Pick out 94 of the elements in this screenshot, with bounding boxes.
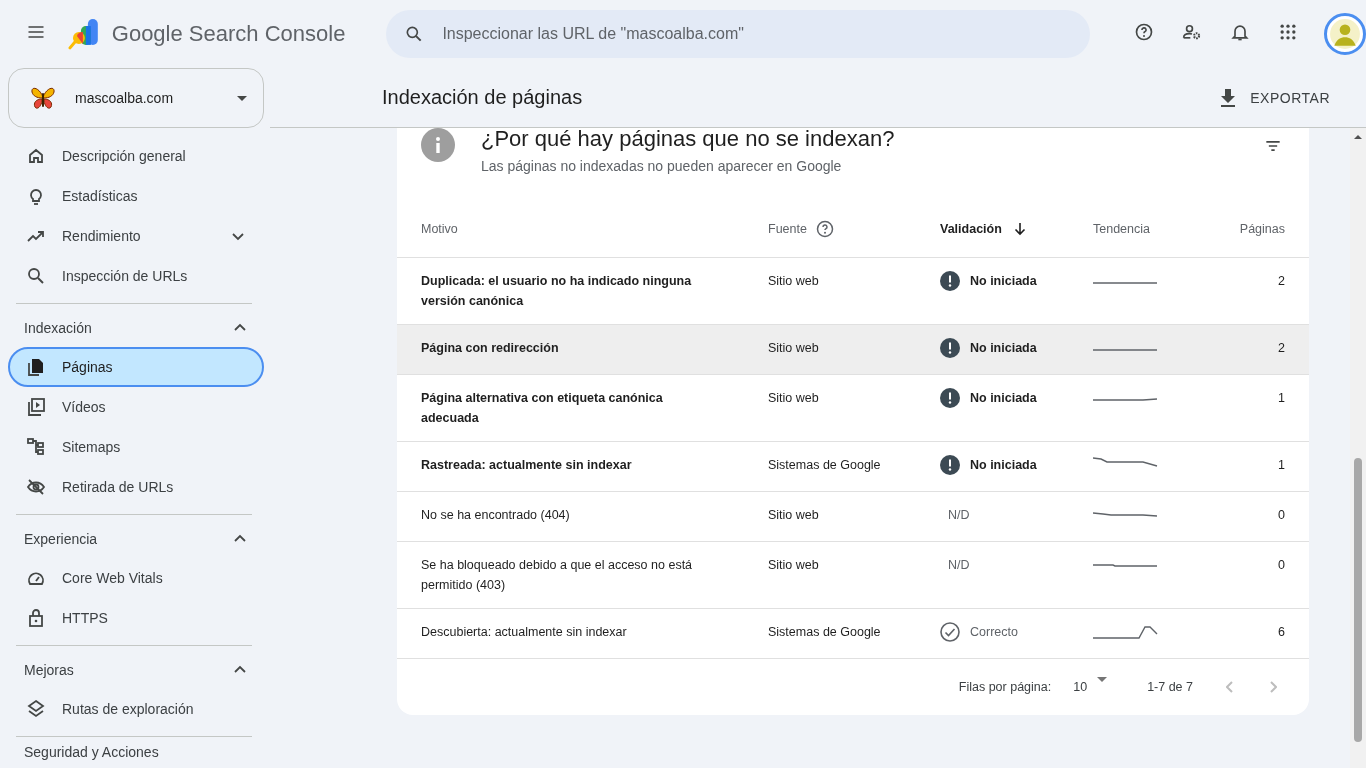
table-cell-text: 0 bbox=[1277, 557, 1285, 574]
table-cell-text: 1 bbox=[1277, 457, 1285, 474]
table-cell-text: Sitio web bbox=[768, 390, 820, 407]
table-cell-text: Rastreada: actualmente sin indexar bbox=[421, 457, 633, 474]
nav-item[interactable]: Retirada de URLs bbox=[8, 467, 264, 507]
column-header[interactable]: Fuente bbox=[768, 218, 940, 239]
validation-status: No iniciada bbox=[970, 457, 1037, 474]
alert-icon bbox=[940, 388, 960, 408]
caret-icon bbox=[237, 95, 247, 101]
help-icon bbox=[814, 218, 835, 239]
trend-sparkline bbox=[1093, 457, 1159, 467]
trend-sparkline bbox=[1093, 349, 1159, 351]
bell-icon bbox=[1228, 22, 1252, 42]
trend-sparkline bbox=[1093, 282, 1159, 284]
validation-status: No iniciada bbox=[970, 340, 1037, 357]
check-circle-icon bbox=[940, 622, 960, 642]
table-cell-text: 2 bbox=[1277, 273, 1285, 290]
product-name: Google Search Console bbox=[111, 21, 346, 47]
nav-item[interactable]: Descripción general bbox=[8, 136, 264, 176]
alert-icon bbox=[940, 338, 960, 358]
column-header[interactable]: Validación bbox=[940, 218, 1093, 239]
page-title: Indexación de páginas bbox=[382, 86, 584, 109]
rows-per-page-label: Filas por página: bbox=[958, 680, 1052, 694]
table-cell-text: Se ha bloqueado debido a que el acceso no está permitido (403) bbox=[421, 557, 694, 594]
trend-sparkline bbox=[1093, 626, 1159, 639]
table-cell-text: Descubierta: actualmente sin indexar bbox=[421, 624, 628, 641]
rows-per-page-value[interactable]: 10 bbox=[1073, 680, 1088, 694]
trend-sparkline bbox=[1093, 564, 1159, 567]
table-cell-text: Sitio web bbox=[768, 340, 820, 357]
table-row[interactable]: Página alternativa con etiqueta canónica adecuada Sitio web No iniciada 1 bbox=[397, 375, 1309, 442]
alert-icon bbox=[940, 271, 960, 291]
nav-item[interactable]: Inspección de URLs bbox=[8, 256, 264, 296]
search-icon bbox=[26, 266, 46, 286]
column-header[interactable]: Páginas bbox=[1185, 221, 1285, 236]
nav-item[interactable]: Core Web Vitals bbox=[8, 558, 264, 598]
table-row[interactable]: Rastreada: actualmente sin indexar Sistemas de Google No iniciada 1 bbox=[397, 442, 1309, 492]
table-cell-text: Sistemas de Google bbox=[768, 457, 882, 474]
scrollbar-thumb[interactable] bbox=[1354, 458, 1362, 742]
table-cell-text: 2 bbox=[1277, 340, 1285, 357]
scrollbar[interactable] bbox=[1350, 128, 1366, 768]
trend-sparkline bbox=[1093, 398, 1159, 401]
layers-icon bbox=[26, 699, 46, 719]
person-icon bbox=[1329, 18, 1361, 50]
home-icon bbox=[26, 146, 46, 166]
nav-item[interactable]: Páginas bbox=[8, 347, 264, 387]
scroll-up-arrow-icon[interactable] bbox=[1353, 132, 1363, 142]
nav-item[interactable]: HTTPS bbox=[8, 598, 264, 638]
table-cell-text: 1 bbox=[1277, 390, 1285, 407]
table-cell-text: Página alternativa con etiqueta canónica adecuada bbox=[421, 390, 664, 427]
export-button[interactable]: EXPORTAR bbox=[1212, 81, 1334, 114]
table-cell-text: Sistemas de Google bbox=[768, 624, 882, 641]
eye-off-icon bbox=[26, 477, 46, 497]
nav-item[interactable]: Estadísticas bbox=[8, 176, 264, 216]
video-icon bbox=[26, 397, 46, 417]
sitemap-icon bbox=[26, 437, 46, 457]
property-selector[interactable]: mascoalba.com bbox=[8, 68, 264, 128]
page-range: 1-7 de 7 bbox=[1147, 680, 1193, 694]
nav-item[interactable]: Sitemaps bbox=[8, 427, 264, 467]
card-subtitle: Las páginas no indexadas no pueden aparecer en Google bbox=[481, 158, 843, 174]
table-row[interactable]: Se ha bloqueado debido a que el acceso no está permitido (403) Sitio web N/D 0 bbox=[397, 542, 1309, 609]
table-cell-text: Sitio web bbox=[768, 557, 820, 574]
trend-sparkline bbox=[1093, 512, 1159, 517]
column-header[interactable]: Motivo bbox=[421, 221, 768, 236]
validation-status: N/D bbox=[948, 507, 970, 524]
alert-icon bbox=[940, 455, 960, 475]
table-cell-text: Sitio web bbox=[768, 507, 820, 524]
validation-status: Correcto bbox=[970, 624, 1018, 641]
validation-status: N/D bbox=[948, 557, 970, 574]
chevron-right-icon bbox=[1269, 681, 1277, 693]
column-header[interactable]: Tendencia bbox=[1093, 221, 1185, 236]
chevron-left-icon bbox=[1225, 681, 1233, 693]
table-cell-text: Sitio web bbox=[768, 273, 820, 290]
validation-status: No iniciada bbox=[970, 390, 1037, 407]
section-header[interactable]: Experiencia bbox=[8, 520, 264, 558]
avatar[interactable] bbox=[1324, 13, 1366, 55]
table-row[interactable]: Página con redirección Sitio web No iniciada 2 bbox=[397, 325, 1309, 375]
validation-status: No iniciada bbox=[970, 273, 1037, 290]
table-row[interactable]: Descubierta: actualmente sin indexar Sistemas de Google Correcto 6 bbox=[397, 609, 1309, 659]
nav-item[interactable]: Rendimiento bbox=[8, 216, 264, 256]
section-header[interactable]: Indexación bbox=[8, 309, 264, 347]
card-title: ¿Por qué hay páginas que no se indexan? bbox=[481, 128, 896, 152]
section-header[interactable]: Seguridad y Acciones bbox=[8, 742, 264, 768]
table-cell-text: Duplicada: el usuario no ha indicado ninguna versión canónica bbox=[421, 273, 693, 310]
lock-icon bbox=[26, 608, 46, 628]
table-cell-text: 6 bbox=[1277, 624, 1285, 641]
table-row[interactable]: No se ha encontrado (404) Sitio web N/D 0 bbox=[397, 492, 1309, 542]
nav-item[interactable]: Vídeos bbox=[8, 387, 264, 427]
section-header[interactable]: Mejoras bbox=[8, 651, 264, 689]
table-cell-text: Página con redirección bbox=[421, 340, 560, 357]
caret-icon bbox=[1097, 677, 1108, 682]
table-cell-text: No se ha encontrado (404) bbox=[421, 507, 571, 524]
table-cell-text: 0 bbox=[1277, 507, 1285, 524]
nav-item[interactable]: Rutas de exploración bbox=[8, 689, 264, 729]
pages-icon bbox=[26, 357, 46, 377]
